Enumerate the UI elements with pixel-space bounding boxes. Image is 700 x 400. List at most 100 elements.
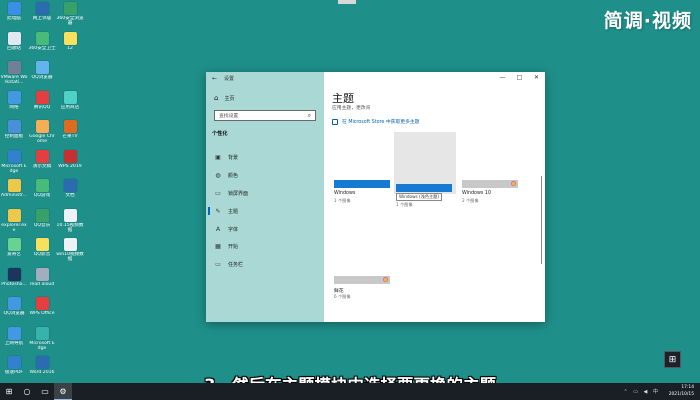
desktop-icon-label: VMware Workstati...: [0, 75, 28, 86]
sidebar-item-fonts[interactable]: A 字体: [206, 220, 324, 238]
theme-card-windows-10[interactable]: Windows 10 2 个图像: [460, 128, 522, 203]
theme-image-count: 1 个图像: [334, 198, 351, 203]
desktop-icon-photoshop[interactable]: Photosho...: [0, 267, 28, 287]
desktop-icon-network2[interactable]: 网络: [0, 90, 28, 110]
desktop-icon-mango[interactable]: 芒果TV: [56, 120, 84, 139]
themes-icon: ✎: [215, 207, 221, 215]
sidebar-item-lockscreen[interactable]: ▭ 锁屏界面: [206, 185, 324, 203]
desktop-icon-ppt[interactable]: 演示文稿: [28, 149, 56, 169]
desktop-icon-label: QQ浏览器: [3, 311, 25, 316]
desktop-icon-qq-browser[interactable]: QQ浏览器: [28, 61, 56, 80]
desktop-icon-label: QQ游戏: [33, 193, 51, 198]
close-icon[interactable]: ✕: [528, 72, 545, 84]
word-doc-icon: [63, 179, 77, 192]
desktop-icon-admin[interactable]: Administr...: [0, 179, 28, 198]
mango-icon: [63, 120, 77, 133]
sidebar-item-label: 任务栏: [228, 262, 244, 269]
desktop-icon-read-aloud[interactable]: read aloud: [28, 267, 56, 287]
desktop-icon-explorer[interactable]: explorer.exe: [0, 208, 28, 234]
store-link-label: 在 Microsoft Store 中获取更多主题: [342, 120, 420, 125]
desktop-icon-folder-12[interactable]: 12: [56, 31, 84, 51]
sidebar-item-start[interactable]: ▦ 开始: [206, 238, 324, 256]
search-input[interactable]: 查找设置 ⌕: [214, 110, 316, 121]
theme-card-flowers[interactable]: 鲜花 6 个图像: [332, 224, 394, 299]
home-link[interactable]: ⌂ 主页: [206, 92, 324, 104]
desktop-icon-qq-music[interactable]: QQ音乐: [28, 208, 56, 228]
desktop-icon-360-safe[interactable]: 360安全卫士: [28, 31, 56, 51]
action-center-button[interactable]: ⊞: [664, 351, 681, 368]
desktop-icon-wps[interactable]: WPS 2019: [56, 149, 84, 169]
start-button[interactable]: ⊞: [0, 383, 18, 400]
desktop-icon-label: win10视频数据: [56, 252, 84, 263]
sidebar-item-themes[interactable]: ✎ 主题: [206, 202, 324, 220]
desktop-icon-ms-edge2[interactable]: Microsoft Edge: [28, 326, 56, 352]
desktop-icon-win10-file[interactable]: win10视频数据: [56, 238, 84, 263]
desktop-icon-recycle[interactable]: 回收站: [0, 31, 28, 51]
theme-preview-bar: [334, 276, 390, 284]
desktop-icon-iqiyi[interactable]: 爱奇艺: [0, 238, 28, 257]
theme-card-windows-light[interactable]: Windows1 个图像Windows (浅色主题): [394, 132, 456, 207]
sidebar-item-label: 主题: [228, 208, 239, 215]
sidebar-item-colors[interactable]: ◍ 颜色: [206, 167, 324, 185]
desktop-icon-chrome[interactable]: Google Chrome: [28, 120, 56, 145]
desktop-icon-label: 网络: [9, 104, 19, 110]
theme-color-dot: [383, 277, 388, 282]
minimize-icon[interactable]: —: [494, 72, 511, 84]
desktop-icon-label: WPS Office: [29, 311, 55, 316]
desktop-icon-pc[interactable]: 此电脑: [0, 2, 28, 21]
window-title: 设置: [224, 75, 235, 82]
pdf-icon: [7, 356, 21, 369]
scrollbar[interactable]: [540, 176, 542, 264]
search-icon: ○: [23, 387, 31, 396]
shortcut-icon: [7, 326, 21, 340]
theme-image-count: 1 个图像: [396, 202, 413, 207]
desktop-icon-wps-office[interactable]: WPS Office: [28, 297, 56, 316]
theme-name: 鲜花: [334, 289, 344, 294]
desktop-icon-store[interactable]: 应用商店: [56, 90, 84, 110]
desktop-icon-vmware[interactable]: VMware Workstati...: [0, 61, 28, 86]
lockscreen-icon: ▭: [215, 189, 221, 197]
desktop-icon-qq-browser2[interactable]: QQ浏览器: [0, 297, 28, 316]
sidebar-item-background[interactable]: ▣ 背景: [206, 149, 324, 167]
word-2016-icon: [35, 356, 49, 369]
back-arrow-icon[interactable]: ←: [212, 75, 217, 82]
desktop-icon-label: 控制面板: [4, 134, 24, 139]
taskbar-icon: ▭: [215, 261, 221, 269]
desktop-icon-label: 回收站: [7, 45, 21, 51]
taskbar: ⊞ ○ ▭ ⚙ ⌃ ▭ ◀ 中 17:14 2021/10/15: [0, 383, 700, 400]
store-link[interactable]: 在 Microsoft Store 中获取更多主题: [332, 118, 419, 125]
win10-file-icon: [63, 238, 77, 251]
maximize-icon[interactable]: □: [511, 72, 528, 84]
desktop-icon-tencent-qq[interactable]: 腾讯QQ: [28, 90, 56, 110]
desktop-icon-360-browser[interactable]: 360安全浏览器: [56, 2, 84, 27]
desktop-icon-qq-tv[interactable]: QQ影音: [28, 238, 56, 257]
desktop-icon-txt-file[interactable]: 10.15视频数据: [56, 208, 84, 234]
desktop-icon-shortcut[interactable]: 上网导航: [0, 326, 28, 346]
search-taskbar-button[interactable]: ○: [18, 383, 36, 400]
clock[interactable]: 17:14 2021/10/15: [669, 384, 694, 398]
settings-sidebar: ← 设置 ⌂ 主页 查找设置 ⌕ 个性化 ▣ 背景 ◍ 颜色 ▭ 锁屏界面 ✎ 主题 A 字体 ▦ 开…: [206, 72, 324, 322]
desktop-icon-word-doc[interactable]: 文档: [56, 179, 84, 198]
colors-icon: ◍: [215, 172, 221, 180]
desktop-icon-network[interactable]: 网上邻居: [28, 2, 56, 21]
task-view-button[interactable]: ▭: [36, 383, 54, 400]
theme-tooltip: Windows (浅色主题): [396, 193, 443, 201]
store-icon: [63, 90, 77, 104]
qq-music-icon: [35, 208, 49, 222]
settings-taskbar-button[interactable]: ⚙: [54, 383, 72, 400]
theme-card-windows[interactable]: Windows 1 个图像: [332, 128, 394, 203]
desktop-icon-label: 文档: [65, 193, 75, 198]
section-heading: 个性化: [212, 131, 228, 137]
desktop-icon-qq-game[interactable]: QQ游戏: [28, 179, 56, 198]
photoshop-icon: [7, 267, 21, 281]
desktop-icon-edge[interactable]: Microsoft Edge: [0, 149, 28, 175]
store-bag-icon: [332, 118, 338, 125]
desktop-icon-control[interactable]: 控制面板: [0, 120, 28, 139]
qq-browser2-icon: [7, 297, 21, 310]
sidebar-item-taskbar[interactable]: ▭ 任务栏: [206, 256, 324, 274]
desktop-icon-label: 芒果TV: [62, 134, 78, 139]
admin-icon: [7, 179, 21, 192]
start-icon: ▦: [215, 243, 221, 251]
chrome-icon: [35, 120, 49, 133]
system-tray[interactable]: ⌃ ▭ ◀ 中: [623, 388, 660, 395]
